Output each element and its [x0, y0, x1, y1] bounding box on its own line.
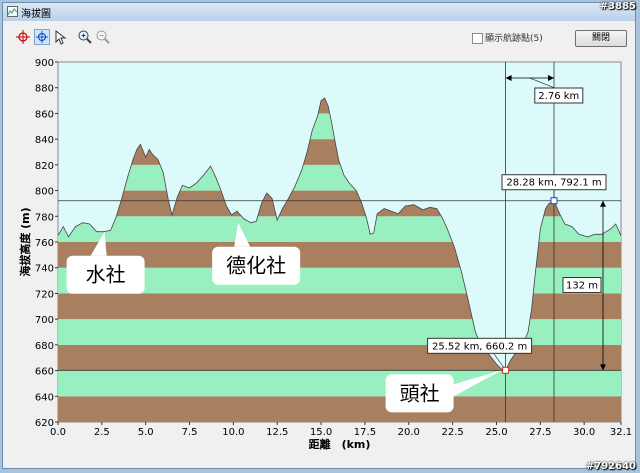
y-axis-label: 海拔高度 (m)	[18, 207, 32, 276]
crosshair-marker[interactable]	[550, 197, 558, 205]
x-axis-label: 距離 (km)	[309, 437, 371, 451]
y-tick-label: 760	[35, 238, 54, 249]
x-tick-label: 17.5	[354, 427, 376, 438]
y-tick-label: 800	[35, 187, 54, 198]
elevation-band	[58, 293, 621, 320]
x-tick-label: 32.1	[610, 427, 632, 438]
y-tick-label: 660	[35, 367, 54, 378]
x-tick-label: 30.0	[573, 427, 595, 438]
elevation-band	[58, 319, 621, 345]
place-label: 頭社	[400, 381, 440, 405]
place-label: 德化社	[226, 254, 286, 278]
x-tick-label: 12.5	[266, 427, 288, 438]
y-tick-label: 780	[35, 212, 54, 223]
dx-label: 2.76 km	[538, 91, 579, 102]
place-label: 水社	[86, 263, 126, 287]
x-tick-label: 2.5	[94, 427, 110, 438]
y-tick-label: 880	[35, 84, 54, 95]
y-tick-label: 900	[35, 58, 54, 69]
y-tick-label: 820	[35, 161, 54, 172]
x-tick-label: 5.0	[138, 427, 154, 438]
dy-label: 132 m	[566, 281, 598, 292]
y-tick-label: 680	[35, 341, 54, 352]
crosshair-marker[interactable]	[502, 366, 510, 374]
x-tick-label: 7.5	[182, 427, 198, 438]
y-tick-label: 740	[35, 264, 54, 275]
x-tick-label: 20.0	[398, 427, 420, 438]
elevation-band	[58, 370, 621, 397]
crosshair-b-label: 28.28 km, 792.1 m	[506, 178, 601, 189]
x-tick-label: 22.5	[441, 427, 463, 438]
crosshair-a-label: 25.52 km, 660.2 m	[432, 341, 527, 352]
x-tick-label: 10.0	[222, 427, 244, 438]
y-tick-label: 720	[35, 289, 54, 300]
x-tick-label: 25.0	[485, 427, 507, 438]
x-tick-label: 0.0	[50, 427, 66, 438]
x-tick-label: 15.0	[310, 427, 332, 438]
elevation-band	[58, 344, 621, 371]
y-tick-label: 700	[35, 315, 54, 326]
y-tick-label: 860	[35, 109, 54, 120]
x-tick-label: 27.5	[529, 427, 551, 438]
y-tick-label: 640	[35, 392, 54, 403]
elevation-band	[58, 396, 621, 422]
elevation-chart[interactable]: 6206406606807007207407607808008208408608…	[0, 0, 640, 473]
y-tick-label: 840	[35, 135, 54, 146]
